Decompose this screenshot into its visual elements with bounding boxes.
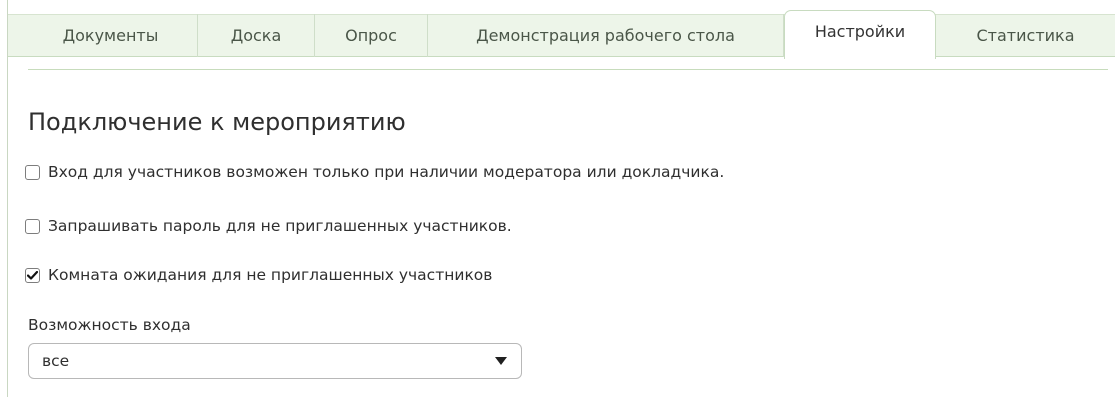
entry-access-select[interactable]: все bbox=[28, 343, 522, 379]
tab-statistics[interactable]: Статистика bbox=[936, 14, 1115, 57]
entry-access-value: все bbox=[42, 352, 70, 370]
password-required-label: Запрашивать пароль для не приглашенных у… bbox=[48, 217, 512, 235]
tab-documents[interactable]: Документы bbox=[24, 14, 198, 57]
tab-bar: Документы Доска Опрос Демонстрация рабоч… bbox=[8, 0, 1115, 70]
moderator-required-label: Вход для участников возможен только при … bbox=[48, 163, 725, 181]
tab-settings-label: Настройки bbox=[814, 21, 906, 41]
password-required-option[interactable]: Запрашивать пароль для не приглашенных у… bbox=[25, 217, 512, 235]
settings-page: Документы Доска Опрос Демонстрация рабоч… bbox=[0, 0, 1115, 397]
tab-desktop-sharing[interactable]: Демонстрация рабочего стола bbox=[428, 14, 784, 57]
tab-desktop-sharing-label: Демонстрация рабочего стола bbox=[476, 26, 735, 45]
moderator-required-option[interactable]: Вход для участников возможен только при … bbox=[25, 163, 724, 181]
waiting-room-checkbox[interactable] bbox=[25, 267, 40, 283]
password-required-checkbox[interactable] bbox=[25, 218, 40, 234]
checkmark-icon bbox=[27, 270, 38, 280]
tab-board-label: Доска bbox=[230, 26, 282, 45]
tab-poll-label: Опрос bbox=[345, 26, 397, 45]
entry-access-label: Возможность входа bbox=[28, 316, 191, 334]
tab-poll[interactable]: Опрос bbox=[315, 14, 428, 57]
waiting-room-option[interactable]: Комната ожидания для не приглашенных уча… bbox=[25, 266, 492, 284]
tab-documents-label: Документы bbox=[62, 26, 159, 45]
tab-board[interactable]: Доска bbox=[198, 14, 315, 57]
waiting-room-label: Комната ожидания для не приглашенных уча… bbox=[48, 266, 493, 284]
page-title: Подключение к мероприятию bbox=[28, 108, 406, 136]
triangle-down-icon bbox=[495, 357, 507, 365]
moderator-required-checkbox[interactable] bbox=[25, 164, 40, 180]
tab-content-divider bbox=[28, 69, 1108, 70]
tab-statistics-label: Статистика bbox=[976, 26, 1075, 45]
tab-settings[interactable]: Настройки bbox=[784, 10, 936, 59]
